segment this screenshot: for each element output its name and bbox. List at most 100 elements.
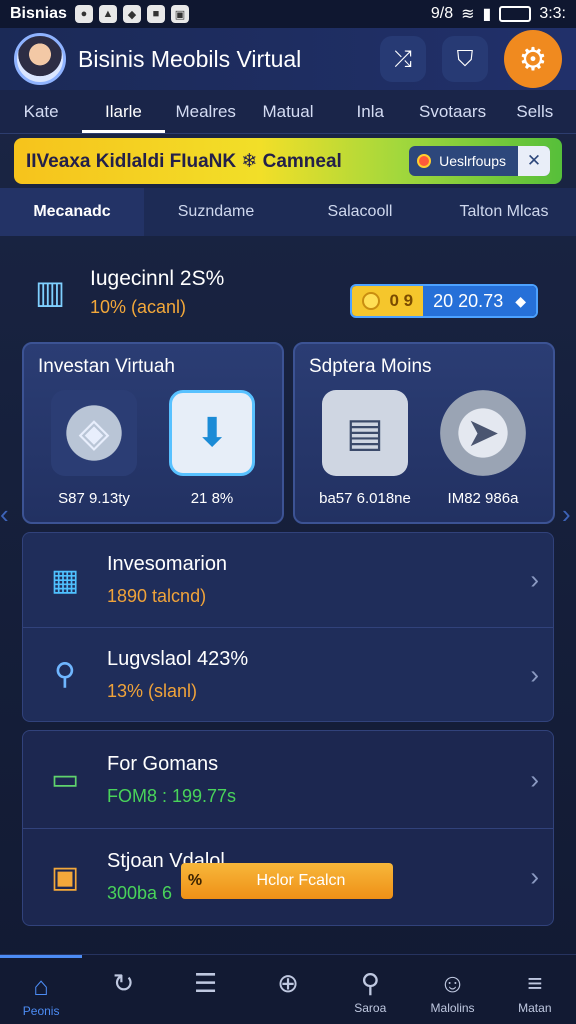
nav-label: Matan <box>518 1001 552 1015</box>
shuffle-button[interactable]: ⤮ <box>380 36 426 82</box>
tablet-coins-icon: ▦ <box>50 563 80 597</box>
document-icon: ☰ <box>194 968 218 998</box>
card-item-value: S87 9.13ty <box>58 490 130 507</box>
tab-svotaars[interactable]: Svotaars <box>411 90 493 133</box>
card-title: Sdptera Moins <box>309 356 432 377</box>
notification-icons: ● ▲ ◆ ■ ▣ <box>74 5 189 23</box>
subtab-suzndame[interactable]: Suzndame <box>144 188 288 236</box>
notification-icon: ■ <box>146 5 165 23</box>
chevron-right-icon: › <box>530 861 539 892</box>
subtab-mecanadc[interactable]: Mecanadc <box>0 188 144 236</box>
summary-title: Iugecinnl 2S% <box>90 266 225 290</box>
shield-check-icon: ⛉ <box>456 46 474 71</box>
card-sdptera-moins[interactable]: Sdptera Moins ▤ ba57 6.018ne ➤ IM82 986a <box>293 342 555 524</box>
app-title: Bisinis Meobils Virtual <box>78 45 302 72</box>
sub-tabs: Mecanadc Suzndame Salacooll Talton Mlcas <box>0 188 576 236</box>
close-icon[interactable]: ✕ <box>518 146 550 176</box>
home-icon: ⌂ <box>33 971 49 1001</box>
tab-sells[interactable]: Sells <box>494 90 576 133</box>
plus-circle-icon: ⊕ <box>277 968 299 998</box>
notification-icon: ▣ <box>170 5 189 23</box>
banner-text: IIVeaxa Kidlaldi FIuaNK ❄ Camneal <box>26 150 342 172</box>
main-tabs: Kate Ilarle Mealres Matual Inla Svotaars… <box>0 90 576 134</box>
percent-icon: % <box>187 872 203 889</box>
tab-ilarle[interactable]: Ilarle <box>82 90 165 133</box>
notification-icon: ● <box>74 5 93 23</box>
list-item[interactable]: ▣ Stjoan Vdalol 300ba 6 % Hclor Fcalcn › <box>23 828 553 925</box>
nav-search[interactable]: ⚲ Saroa <box>329 955 411 1024</box>
list-item[interactable]: ▦ Invesomarion 1890 talcnd) › <box>23 533 553 627</box>
chevron-right-icon: › <box>530 764 539 794</box>
nav-menu[interactable]: ≡ Matan <box>494 955 576 1024</box>
store-gift-icon: ▣ <box>50 860 80 894</box>
nav-document[interactable]: ☰ <box>165 955 247 1024</box>
security-button[interactable]: ⛉ <box>442 36 488 82</box>
gear-icon: ⚙ <box>518 41 548 77</box>
signal-icon: ▮ <box>482 6 492 23</box>
card-title: Investan Virtuah <box>38 356 175 377</box>
list-item[interactable]: ▭ For Gomans FOM8 : 199.77s › <box>23 731 553 828</box>
list-item-subtitle: 1890 talcnd) <box>107 586 207 606</box>
list-item-subtitle: 13% (slanl) <box>107 680 198 701</box>
menu-icon: ≡ <box>527 968 543 998</box>
chevron-right-icon: › <box>530 564 539 595</box>
banner-pill-label: Ueslrfoups <box>439 153 506 169</box>
summary-row: ▥ Iugecinnl 2S% 10% (acanl) 0 9 20 20.73… <box>22 252 554 332</box>
diamond-icon: ◆ <box>515 292 526 309</box>
status-app-name: Bisnias <box>10 5 67 22</box>
coin-icon <box>361 292 380 310</box>
tab-mealres[interactable]: Mealres <box>165 90 247 133</box>
compass-disc-icon: ➤ <box>440 390 526 476</box>
subtab-salacooll[interactable]: Salacooll <box>288 188 432 236</box>
carousel-prev-icon[interactable]: ‹ <box>0 496 14 532</box>
list-item[interactable]: ⚲ Lugvslaol 423% 13% (slanl) › <box>23 627 553 721</box>
nav-refresh[interactable]: ↻ <box>82 955 164 1024</box>
list-item-title: For Gomans <box>107 752 219 775</box>
tab-inla[interactable]: Inla <box>329 90 411 133</box>
status-right: 9/8 ≋ ▮ 3:3: <box>431 4 566 24</box>
card-item[interactable]: ▤ ba57 6.018ne <box>309 390 421 507</box>
shuffle-icon: ⤮ <box>394 46 412 71</box>
card-item[interactable]: ➤ IM82 986a <box>427 390 539 507</box>
download-box-icon: ⬇ <box>169 390 255 476</box>
nav-label <box>165 1001 247 1015</box>
battery-icon <box>499 6 532 22</box>
summary-subtitle: 10% (acanl) <box>90 296 187 317</box>
tab-kate[interactable]: Kate <box>0 90 82 133</box>
nav-add[interactable]: ⊕ <box>247 955 329 1024</box>
notification-icon: ▲ <box>98 5 117 23</box>
subtab-talton-mlcas[interactable]: Talton Mlcas <box>432 188 576 236</box>
status-time: 3:3: <box>539 5 566 22</box>
tab-matual[interactable]: Matual <box>247 90 329 133</box>
price-pill[interactable]: 0 9 20 20.73 ◆ <box>349 284 538 318</box>
card-item[interactable]: ◈ S87 9.13ty <box>38 390 150 507</box>
nav-label: Saroa <box>354 1001 387 1015</box>
cta-button[interactable]: % Hclor Fcalcn <box>181 863 393 899</box>
banner-pill[interactable]: Ueslrfoups ✕ <box>409 146 550 176</box>
carousel-next-icon[interactable]: › <box>562 496 576 532</box>
list-item-title: Lugvslaol 423% <box>107 647 249 670</box>
nav-profile[interactable]: ☺ Malolins <box>411 955 493 1024</box>
app-header: Bisinis Meobils Virtual ⤮ ⛉ ⚙ <box>0 28 576 90</box>
bottom-nav: ⌂ Peonis ↻ ☰ ⊕ ⚲ Saroa ☺ Malolins ≡ Mata… <box>0 954 576 1024</box>
server-icon: ▤ <box>322 390 408 476</box>
card-item-value: ba57 6.018ne <box>319 490 411 507</box>
nav-home[interactable]: ⌂ Peonis <box>0 955 83 1024</box>
avatar[interactable] <box>14 33 66 85</box>
card-item[interactable]: ⬇ 21 8% <box>156 390 268 507</box>
status-code: 9/8 <box>430 5 454 22</box>
shield-icon: ◈ <box>51 390 137 476</box>
nav-label <box>82 1001 164 1015</box>
profile-icon: ☺ <box>439 968 466 998</box>
card-investan-virtuah[interactable]: Investan Virtuah ◈ S87 9.13ty ⬇ 21 8% <box>22 342 284 524</box>
wallet-phone-icon: ▥ <box>34 274 66 310</box>
list-item-title: Invesomarion <box>107 553 228 575</box>
record-icon <box>417 154 432 168</box>
nav-label <box>247 1001 329 1015</box>
cash-icon: ▭ <box>50 763 80 796</box>
card-item-value: IM82 986a <box>447 490 519 507</box>
nav-label: Peonis <box>22 1004 60 1018</box>
promo-banner[interactable]: IIVeaxa Kidlaldi FIuaNK ❄ Camneal Ueslrf… <box>14 138 562 184</box>
settings-button[interactable]: ⚙ <box>504 30 562 88</box>
wifi-icon: ≋ <box>461 6 475 23</box>
